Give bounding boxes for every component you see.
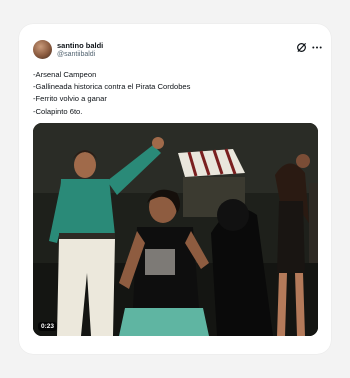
tweet-line: -Colapinto 6to.	[33, 106, 83, 116]
tweet-card: santino baldi @santiibaldi -Arsenal Camp…	[19, 24, 331, 354]
video-player[interactable]: 0:23	[33, 123, 318, 336]
grok-icon[interactable]	[296, 42, 307, 53]
video-frame	[33, 123, 318, 336]
author-handle[interactable]: @santiibaldi	[57, 51, 95, 58]
tweet-line: -Gallineada historica contra el Pirata C…	[33, 82, 191, 92]
tweet-line: -Ferrito volvio a ganar	[33, 94, 107, 104]
tweet-text: -Arsenal Campeon -Gallineada historica c…	[33, 69, 190, 118]
video-duration: 0:23	[38, 322, 58, 331]
tweet-line: -Arsenal Campeon	[33, 70, 97, 79]
author-name[interactable]: santino baldi	[57, 41, 103, 50]
more-options-icon[interactable]	[311, 42, 323, 53]
author-avatar[interactable]	[33, 40, 52, 59]
